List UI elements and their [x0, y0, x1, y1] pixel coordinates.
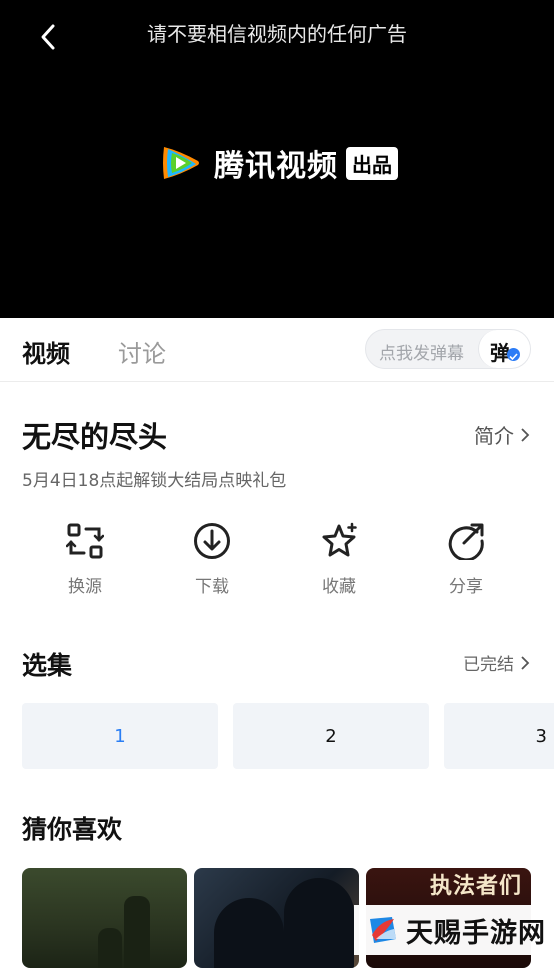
- episodes-section-title: 选集: [22, 651, 73, 680]
- favorite-star-icon: [322, 522, 357, 557]
- download-label: 下载: [195, 577, 229, 597]
- recommend-poster-1[interactable]: [22, 868, 187, 968]
- video-player[interactable]: 请不要相信视频内的任何广告 腾讯视频 出品: [0, 0, 554, 318]
- logo-badge: 出品: [346, 146, 398, 180]
- poster-figure: [98, 928, 122, 968]
- recommend-section-title: 猜你喜欢: [22, 815, 123, 844]
- episodes-status: 已完结: [463, 655, 514, 675]
- tencent-play-icon: [163, 147, 199, 179]
- tab-discussion[interactable]: 讨论: [118, 334, 166, 369]
- switch-source-button[interactable]: 换源: [45, 522, 125, 597]
- episodes-status-link[interactable]: 已完结: [463, 650, 530, 675]
- switch-source-icon: [66, 523, 104, 559]
- recommend-poster-2[interactable]: [194, 868, 359, 968]
- share-label: 分享: [449, 577, 483, 597]
- download-icon: [194, 523, 230, 559]
- episode-item-1[interactable]: 1: [22, 703, 218, 769]
- chevron-right-icon: [521, 427, 530, 442]
- episode-item-2[interactable]: 2: [233, 703, 429, 769]
- share-button[interactable]: 分享: [426, 522, 506, 597]
- danmu-toggle-button[interactable]: 弹: [478, 330, 530, 368]
- download-button[interactable]: 下载: [172, 522, 252, 597]
- poster-figure: [214, 898, 284, 968]
- poster-figure: [124, 896, 150, 968]
- danmu-input[interactable]: 点我发弹幕: [379, 339, 464, 364]
- watermark-text: 天赐手游网: [406, 917, 546, 949]
- show-title: 无尽的尽头: [22, 420, 168, 454]
- episode-item-3[interactable]: 3: [444, 703, 554, 769]
- ad-warning-notice: 请不要相信视频内的任何广告: [147, 22, 407, 46]
- favorite-label: 收藏: [322, 577, 356, 597]
- show-subtitle: 5月4日18点起解锁大结局点映礼包: [22, 471, 287, 491]
- poster-title: 执法者们: [430, 874, 523, 899]
- logo-text: 腾讯视频: [214, 149, 338, 184]
- tencent-video-logo: 腾讯视频 出品: [160, 143, 398, 184]
- favorite-button[interactable]: 收藏: [299, 522, 379, 597]
- tab-video[interactable]: 视频: [22, 334, 70, 369]
- watermark: 天赐手游网: [354, 905, 554, 955]
- chevron-right-icon: [521, 655, 530, 670]
- watermark-logo-icon: [370, 917, 396, 943]
- share-icon: [448, 523, 484, 560]
- intro-link[interactable]: 简介: [474, 420, 530, 449]
- danmu-bar: 点我发弹幕 弹: [365, 329, 531, 369]
- check-icon: [507, 348, 520, 361]
- intro-label: 简介: [474, 424, 514, 448]
- content-tabs: 视频 讨论 点我发弹幕 弹: [0, 318, 554, 382]
- switch-source-label: 换源: [68, 577, 102, 597]
